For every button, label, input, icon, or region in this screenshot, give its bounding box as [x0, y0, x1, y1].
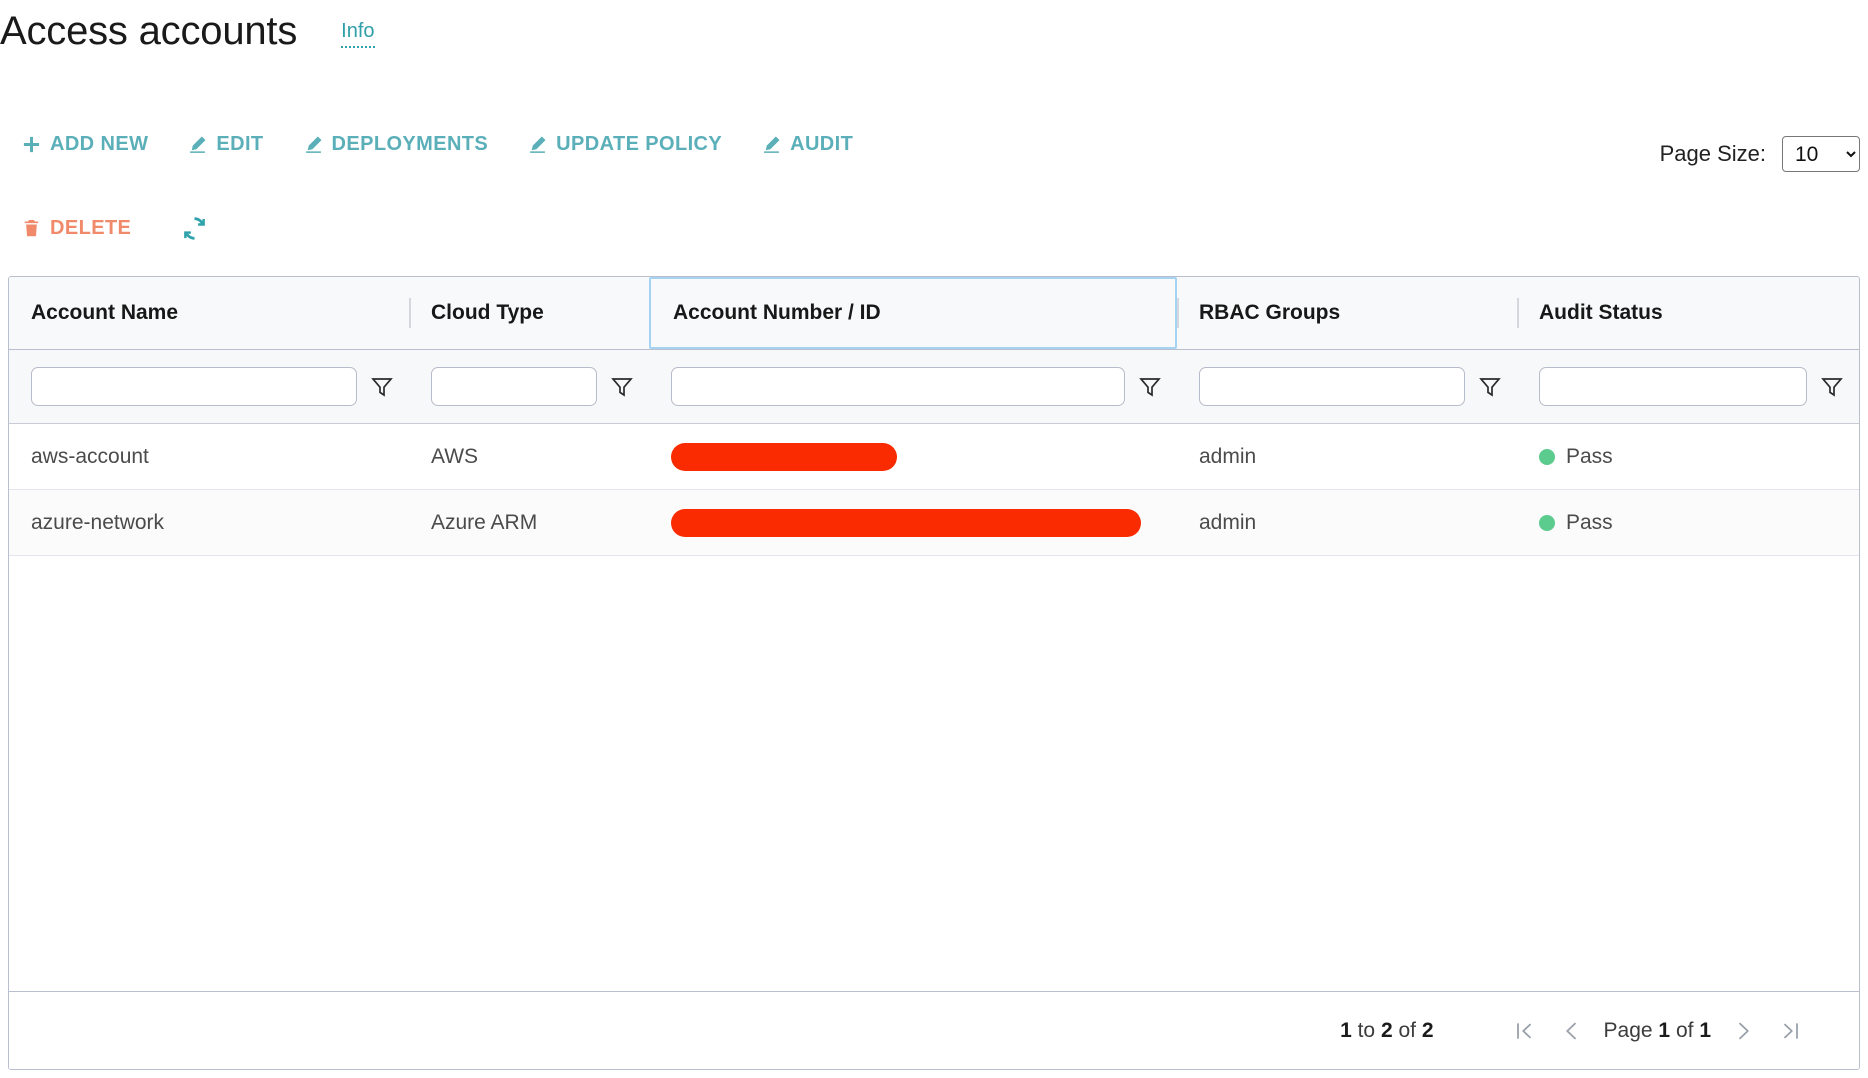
cell-account-name: azure-network: [31, 510, 165, 534]
previous-page-button[interactable]: [1548, 1007, 1596, 1055]
column-header-label: Account Number / ID: [673, 301, 881, 324]
column-header-label: Account Name: [31, 301, 179, 324]
filter-input-account-name[interactable]: [31, 367, 357, 406]
refresh-icon: [181, 215, 208, 242]
funnel-icon[interactable]: [611, 376, 633, 398]
redaction-bar: [671, 442, 897, 471]
status-dot-icon: [1539, 448, 1555, 465]
cell-rbac-groups: admin: [1199, 444, 1257, 468]
range-from: 1: [1340, 1018, 1352, 1042]
column-header-account-number[interactable]: Account Number / ID: [649, 277, 1177, 349]
accounts-table: Account Name Cloud Type Account Number /…: [8, 276, 1860, 1070]
filter-cell-account-number: [649, 350, 1177, 423]
update-policy-label: UPDATE POLICY: [556, 133, 723, 155]
cell-audit-status: Pass: [1517, 424, 1859, 489]
redaction-bar: [671, 508, 1141, 537]
table-body: aws-account AWS admin Pass azure-network…: [9, 424, 1859, 991]
cell-audit-status: Pass: [1517, 490, 1859, 555]
deployments-label: DEPLOYMENTS: [331, 133, 489, 155]
page-current: 1: [1658, 1018, 1671, 1042]
column-header-rbac-groups[interactable]: RBAC Groups: [1177, 277, 1517, 349]
range-to: 2: [1380, 1018, 1393, 1042]
pagination-controls: Page 1 of 1: [1500, 1007, 1815, 1055]
deployments-button[interactable]: DEPLOYMENTS: [304, 133, 489, 156]
page-total: 1: [1699, 1018, 1711, 1042]
table-footer: 1 to 2 of 2 Page 1 of 1: [9, 991, 1859, 1069]
column-header-audit-status[interactable]: Audit Status: [1517, 277, 1859, 349]
row-range-text: 1 to 2 of 2: [1340, 1019, 1433, 1043]
filter-input-audit-status[interactable]: [1539, 367, 1807, 406]
funnel-icon[interactable]: [1139, 376, 1161, 398]
cell-account-number: [649, 424, 1177, 489]
pencil-icon: [304, 135, 323, 154]
table-filter-row: [9, 350, 1859, 424]
audit-label: AUDIT: [790, 133, 854, 155]
funnel-icon[interactable]: [1821, 376, 1843, 398]
filter-input-account-number[interactable]: [671, 367, 1125, 406]
cell-account-name: aws-account: [31, 444, 149, 468]
table-row[interactable]: azure-network Azure ARM admin Pass: [9, 490, 1859, 556]
funnel-icon[interactable]: [371, 376, 393, 398]
filter-input-cloud-type[interactable]: [431, 367, 597, 406]
add-new-label: ADD NEW: [50, 133, 149, 155]
page-size-label: Page Size:: [1659, 141, 1766, 166]
table-header-row: Account Name Cloud Type Account Number /…: [9, 277, 1859, 350]
range-of-word: of: [1398, 1018, 1416, 1042]
page-title: Access accounts: [0, 9, 298, 53]
first-page-button[interactable]: [1500, 1007, 1548, 1055]
page-indicator: Page 1 of 1: [1596, 1019, 1719, 1043]
add-new-button[interactable]: ADD NEW: [22, 133, 148, 156]
pencil-icon: [762, 135, 781, 154]
trash-icon: [22, 219, 41, 238]
column-header-account-name[interactable]: Account Name: [9, 277, 409, 349]
page-header: Access accounts Info: [0, 8, 375, 54]
funnel-icon[interactable]: [1479, 376, 1501, 398]
column-header-cloud-type[interactable]: Cloud Type: [409, 277, 649, 349]
pencil-icon: [528, 135, 547, 154]
cell-cloud-type: Azure ARM: [431, 510, 538, 534]
column-header-label: Audit Status: [1539, 301, 1663, 324]
status-dot-icon: [1539, 514, 1555, 531]
audit-button[interactable]: AUDIT: [762, 133, 853, 156]
access-accounts-page: Access accounts Info ADD NEW EDIT DEPLOY…: [0, 0, 1868, 1078]
range-total: 2: [1421, 1018, 1434, 1042]
edit-button[interactable]: EDIT: [188, 133, 263, 156]
edit-label: EDIT: [216, 133, 264, 155]
filter-cell-rbac-groups: [1177, 350, 1517, 423]
page-of-word: of: [1675, 1018, 1694, 1042]
refresh-button[interactable]: [181, 215, 208, 242]
next-page-button[interactable]: [1719, 1007, 1767, 1055]
filter-input-rbac-groups[interactable]: [1199, 367, 1465, 406]
cell-account-number: [649, 490, 1177, 555]
page-size-control: Page Size: 10: [1660, 136, 1860, 172]
pencil-icon: [188, 135, 207, 154]
cell-cloud-type: AWS: [431, 444, 479, 468]
cell-rbac-groups: admin: [1199, 510, 1257, 534]
delete-button[interactable]: DELETE: [22, 217, 131, 240]
status-badge: Pass: [1566, 510, 1613, 534]
filter-cell-cloud-type: [409, 350, 649, 423]
column-header-label: RBAC Groups: [1199, 301, 1341, 324]
toolbar-primary: ADD NEW EDIT DEPLOYMENTS UPDATE POLICY A…: [22, 133, 853, 156]
update-policy-button[interactable]: UPDATE POLICY: [528, 133, 722, 156]
column-header-label: Cloud Type: [431, 301, 544, 324]
range-to-word: to: [1357, 1018, 1376, 1042]
toolbar-secondary: DELETE: [22, 215, 208, 242]
page-size-select[interactable]: 10: [1782, 136, 1860, 172]
filter-cell-account-name: [9, 350, 409, 423]
info-link[interactable]: Info: [341, 18, 375, 48]
page-word: Page: [1603, 1018, 1653, 1042]
plus-icon: [22, 135, 41, 154]
delete-label: DELETE: [50, 217, 132, 239]
last-page-button[interactable]: [1767, 1007, 1815, 1055]
status-badge: Pass: [1566, 444, 1613, 468]
table-row[interactable]: aws-account AWS admin Pass: [9, 424, 1859, 490]
filter-cell-audit-status: [1517, 350, 1859, 423]
